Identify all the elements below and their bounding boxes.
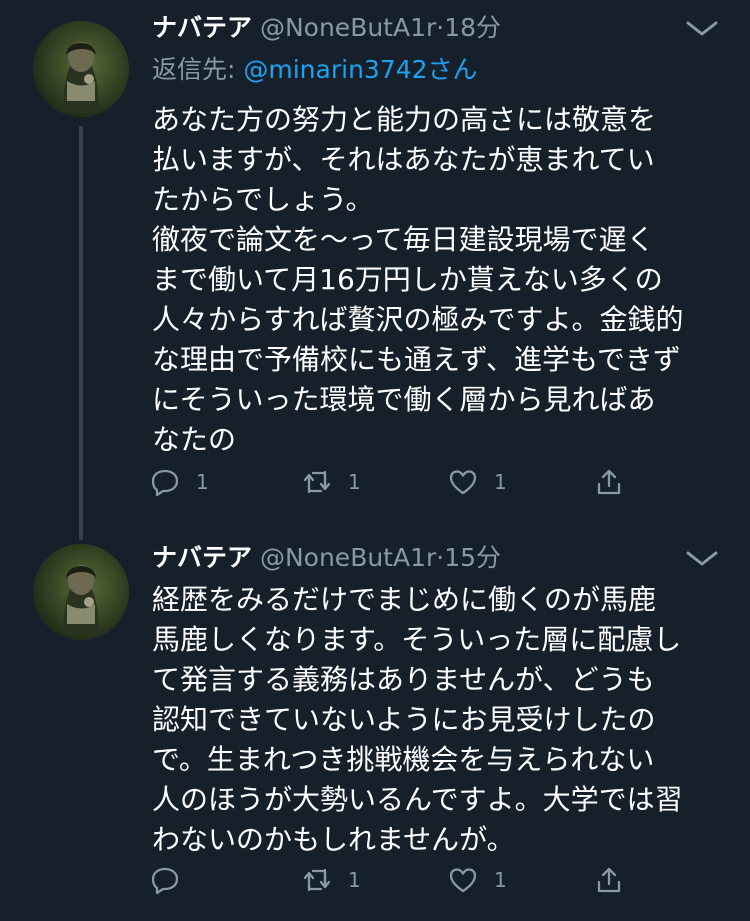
more-icon[interactable] bbox=[682, 544, 722, 572]
tweet-text: あなた方の努力と能力の高さには敬意を 払いますが、それはあなたが恵まれてい たか… bbox=[152, 103, 684, 456]
retweet-button[interactable]: 1 bbox=[302, 462, 361, 502]
user-handle[interactable]: @NoneButA1r bbox=[260, 13, 436, 42]
more-icon[interactable] bbox=[682, 14, 722, 42]
reply-button[interactable] bbox=[150, 860, 196, 900]
tweet-text: 経歴をみるだけでまじめに働くのが馬鹿 馬鹿しくなります。そういった層に配慮し て… bbox=[152, 583, 683, 856]
reply-to: 返信先: @minarin3742さん bbox=[152, 52, 478, 88]
tweet-header: ナバテア @NoneButA1r·15分 bbox=[152, 540, 501, 576]
user-handle[interactable]: @NoneButA1r bbox=[260, 543, 436, 572]
display-name[interactable]: ナバテア bbox=[152, 13, 252, 42]
retweet-count: 1 bbox=[348, 868, 361, 892]
avatar[interactable] bbox=[33, 544, 129, 640]
like-count: 1 bbox=[494, 868, 507, 892]
like-count: 1 bbox=[494, 470, 507, 494]
like-icon bbox=[449, 470, 477, 495]
reply-mention-suffix: さん bbox=[427, 55, 478, 84]
reply-icon bbox=[151, 867, 179, 895]
share-icon bbox=[597, 867, 621, 893]
like-button[interactable]: 1 bbox=[448, 860, 507, 900]
share-button[interactable] bbox=[594, 462, 624, 502]
tweet-actions: 1 1 1 bbox=[150, 462, 630, 502]
retweet-icon bbox=[303, 868, 331, 892]
timestamp[interactable]: 18分 bbox=[444, 13, 501, 42]
thread-line bbox=[79, 126, 83, 540]
timestamp[interactable]: 15分 bbox=[444, 543, 501, 572]
avatar[interactable] bbox=[33, 21, 129, 117]
reply-icon bbox=[151, 469, 179, 497]
display-name[interactable]: ナバテア bbox=[152, 543, 252, 572]
retweet-button[interactable]: 1 bbox=[302, 860, 361, 900]
tweet-actions: 1 1 bbox=[150, 860, 630, 900]
tweet-header: ナバテア @NoneButA1r·18分 bbox=[152, 10, 501, 46]
tweet[interactable]: ナバテア @NoneButA1r·15分 経歴をみるだけでまじめに働くのが馬鹿 … bbox=[0, 520, 750, 921]
like-button[interactable]: 1 bbox=[448, 462, 507, 502]
retweet-count: 1 bbox=[348, 470, 361, 494]
reply-count: 1 bbox=[196, 470, 209, 494]
tweet[interactable]: ナバテア @NoneButA1r·18分 返信先: @minarin3742さん… bbox=[0, 0, 750, 540]
like-icon bbox=[449, 868, 477, 893]
share-button[interactable] bbox=[594, 860, 624, 900]
retweet-icon bbox=[303, 470, 331, 494]
reply-to-label: 返信先: bbox=[152, 55, 244, 84]
reply-mention-link[interactable]: @minarin3742 bbox=[243, 55, 427, 84]
share-icon bbox=[597, 469, 621, 495]
reply-button[interactable]: 1 bbox=[150, 462, 209, 502]
